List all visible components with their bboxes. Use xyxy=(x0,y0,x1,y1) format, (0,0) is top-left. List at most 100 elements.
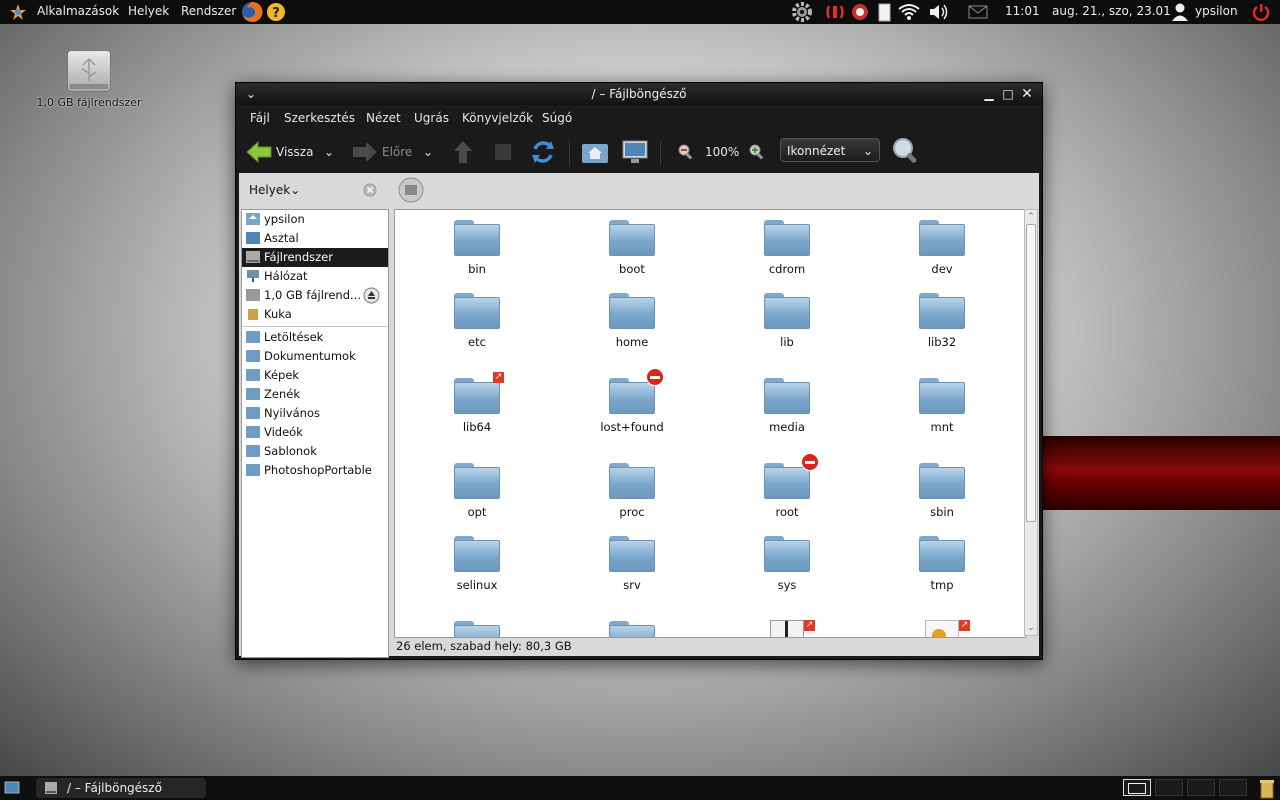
file-item-proc[interactable]: proc xyxy=(577,455,687,525)
scroll-down-icon[interactable]: ⌄ xyxy=(1026,623,1036,633)
firefox-icon[interactable] xyxy=(241,1,263,23)
file-item-boot[interactable]: boot xyxy=(577,212,687,282)
places-dropdown[interactable]: Helyek⌄ xyxy=(249,183,300,197)
window-titlebar[interactable]: ⌄ / – Fájlböngésző ▁ □ ✕ xyxy=(236,83,1042,105)
scroll-up-icon[interactable]: ⌃ xyxy=(1026,212,1036,222)
sidebar-item-pictures[interactable]: Képek xyxy=(242,366,388,385)
computer-icon[interactable] xyxy=(621,139,649,165)
file-item-root[interactable]: root xyxy=(732,453,842,525)
workspace-1[interactable] xyxy=(1123,779,1151,796)
zoom-out-icon[interactable] xyxy=(676,139,694,165)
sidebar-item-usb-drive[interactable]: 1,0 GB fájlrend... xyxy=(242,286,388,305)
file-item-partial[interactable] xyxy=(422,613,532,637)
back-history-dropdown[interactable]: ⌄ xyxy=(324,139,338,165)
view-mode-select[interactable]: Ikonnézet ⌄ xyxy=(780,138,880,162)
taskbar-item-file-browser[interactable]: / – Fájlböngésző xyxy=(36,778,206,798)
sidebar-item-trash[interactable]: Kuka xyxy=(242,305,388,324)
show-desktop-icon[interactable] xyxy=(4,780,20,796)
trash-icon[interactable] xyxy=(1258,777,1276,799)
sidebar-item-desktop[interactable]: Asztal xyxy=(242,229,388,248)
file-item-sbin[interactable]: sbin xyxy=(887,455,997,525)
user-name[interactable]: ypsilon xyxy=(1195,0,1238,24)
file-item-lost-found[interactable]: lost+found xyxy=(577,368,687,440)
user-icon[interactable] xyxy=(1171,2,1189,22)
file-item-partial[interactable] xyxy=(577,613,687,637)
file-item-opt[interactable]: opt xyxy=(422,455,532,525)
file-item-dev[interactable]: dev xyxy=(887,212,997,282)
path-bar-root-button[interactable] xyxy=(398,177,424,203)
file-item-home[interactable]: home xyxy=(577,285,687,355)
zoom-level[interactable]: 100% xyxy=(705,139,739,165)
back-button[interactable]: Vissza xyxy=(246,139,316,165)
up-arrow-icon[interactable] xyxy=(453,139,473,165)
vertical-scrollbar[interactable]: ⌃ ⌄ xyxy=(1024,209,1038,636)
minimize-button[interactable]: ▁ xyxy=(981,86,997,102)
sidebar-item-filesystem[interactable]: Fájlrendszer xyxy=(242,248,388,267)
file-item-lib64[interactable]: lib64 ↗ xyxy=(422,370,532,440)
file-item-media[interactable]: media xyxy=(732,370,842,440)
file-item-cdrom[interactable]: cdrom xyxy=(732,212,842,282)
workspace-2[interactable] xyxy=(1155,779,1183,796)
clock-date[interactable]: aug. 21., szo, 23.01 xyxy=(1052,0,1171,24)
notification-icon[interactable] xyxy=(850,2,870,22)
desktop-drive-icon[interactable]: 1,0 GB fájlrendszer xyxy=(34,50,144,109)
sidebar-item-network[interactable]: Hálózat xyxy=(242,267,388,286)
reload-icon[interactable] xyxy=(530,139,556,165)
menu-places[interactable]: Helyek xyxy=(128,0,169,24)
forward-history-dropdown[interactable]: ⌄ xyxy=(423,139,437,165)
sidebar-item-label: 1,0 GB fájlrend... xyxy=(264,288,361,302)
volume-icon[interactable] xyxy=(928,2,950,22)
sidebar-item-documents[interactable]: Dokumentumok xyxy=(242,347,388,366)
help-icon[interactable]: ? xyxy=(266,2,286,22)
sidebar-item-public[interactable]: Nyilvános xyxy=(242,404,388,423)
sidebar-item-photoshopportable[interactable]: PhotoshopPortable xyxy=(242,461,388,480)
workspace-4[interactable] xyxy=(1219,779,1247,796)
menu-go[interactable]: Ugrás xyxy=(414,105,449,131)
file-name: root xyxy=(775,505,799,519)
file-item-etc[interactable]: etc xyxy=(422,285,532,355)
menu-file[interactable]: Fájl xyxy=(250,105,270,131)
file-name: proc xyxy=(619,505,645,519)
zoom-in-icon[interactable] xyxy=(747,139,765,165)
workspace-3[interactable] xyxy=(1187,779,1215,796)
power-icon[interactable] xyxy=(1251,2,1271,22)
sidebar-item-templates[interactable]: Sablonok xyxy=(242,442,388,461)
file-item-srv[interactable]: srv xyxy=(577,528,687,598)
close-button[interactable]: ✕ xyxy=(1019,86,1035,102)
scrollbar-thumb[interactable] xyxy=(1026,224,1036,522)
places-dropdown-label: Helyek xyxy=(249,183,291,197)
update-notifier-icon[interactable] xyxy=(825,2,845,22)
folder-icon xyxy=(609,293,655,329)
battery-icon[interactable] xyxy=(876,2,892,22)
file-item-sys[interactable]: sys xyxy=(732,528,842,598)
forward-button[interactable]: Előre xyxy=(352,139,422,165)
clock-time[interactable]: 11:01 xyxy=(1005,0,1040,24)
file-item-lib32[interactable]: lib32 xyxy=(887,285,997,355)
maximize-button[interactable]: □ xyxy=(1000,86,1016,102)
sidebar-item-home[interactable]: ypsilon xyxy=(242,210,388,229)
file-item-bin[interactable]: bin xyxy=(422,212,532,282)
home-folder-icon[interactable] xyxy=(581,139,609,165)
file-item-lib[interactable]: lib xyxy=(732,285,842,355)
file-item-tmp[interactable]: tmp xyxy=(887,528,997,598)
sidebar-item-music[interactable]: Zenék xyxy=(242,385,388,404)
file-item-selinux[interactable]: selinux xyxy=(422,528,532,598)
menu-system[interactable]: Rendszer xyxy=(181,0,236,24)
eject-icon[interactable] xyxy=(363,287,380,304)
menu-edit[interactable]: Szerkesztés xyxy=(284,105,355,131)
sidebar-item-downloads[interactable]: Letöltések xyxy=(242,328,388,347)
settings-gear-icon[interactable] xyxy=(791,1,813,23)
menu-applications[interactable]: Alkalmazások xyxy=(37,0,119,24)
sidebar-item-videos[interactable]: Videók xyxy=(242,423,388,442)
close-sidebar-icon[interactable] xyxy=(363,183,377,197)
mail-icon[interactable] xyxy=(967,3,989,21)
stop-icon[interactable] xyxy=(494,143,512,161)
applications-logo-icon[interactable] xyxy=(9,3,27,21)
menu-bookmarks[interactable]: Könyvjelzők xyxy=(462,105,533,131)
menu-view[interactable]: Nézet xyxy=(366,105,401,131)
symlink-badge-icon: ↗ xyxy=(493,372,504,383)
menu-help[interactable]: Súgó xyxy=(542,105,572,131)
file-item-mnt[interactable]: mnt xyxy=(887,370,997,440)
search-icon[interactable] xyxy=(891,136,921,166)
wifi-icon[interactable] xyxy=(897,2,921,22)
